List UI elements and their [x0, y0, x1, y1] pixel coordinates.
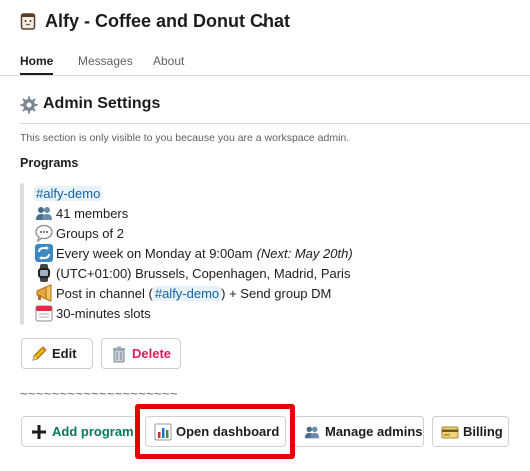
schedule-next: (Next: May 20th)	[256, 245, 353, 261]
program-groups-line: Groups of 2	[34, 223, 124, 243]
app-title[interactable]: Alfy - Coffee and Donut Chat	[45, 11, 290, 32]
edit-label: Edit	[52, 346, 77, 361]
trash-icon	[110, 345, 128, 363]
watch-icon	[34, 263, 54, 283]
chevron-down-icon[interactable]	[258, 16, 268, 27]
timezone-text: (UTC+01:00) Brussels, Copenhagen, Madrid…	[56, 265, 351, 281]
billing-button[interactable]: Billing	[432, 416, 509, 447]
manage-admins-label: Manage admins	[325, 424, 423, 439]
tab-bar: Home Messages About	[0, 44, 530, 77]
section-divider	[20, 123, 530, 124]
program-slots-line: 30-minutes slots	[34, 303, 151, 323]
admin-visibility-note: This section is only visible to you beca…	[20, 132, 350, 144]
program-card: #alfy-demo 41 members Groups of 2 Every …	[20, 183, 360, 325]
coffee-cup-icon	[20, 12, 36, 30]
delete-label: Delete	[132, 346, 172, 361]
add-program-button[interactable]: Add program	[21, 416, 138, 447]
people-icon	[34, 203, 54, 223]
speech-bubble-icon	[34, 223, 54, 243]
admin-settings-title: Admin Settings	[43, 95, 161, 112]
add-program-label: Add program	[52, 424, 134, 439]
program-post-line: Post in channel (#alfy-demo) + Send grou…	[34, 283, 331, 303]
repeat-icon	[34, 243, 54, 263]
schedule-text: Every week on Monday at 9:00am	[56, 245, 253, 261]
group-size: Groups of 2	[56, 225, 124, 241]
post-channel-link[interactable]: #alfy-demo	[152, 285, 222, 301]
people-icon	[303, 423, 321, 441]
program-members-line: 41 members	[34, 203, 128, 223]
highlight-box	[135, 404, 295, 459]
post-prefix: Post in channel (	[56, 285, 153, 301]
program-schedule-line: Every week on Monday at 9:00am (Next: Ma…	[34, 243, 353, 263]
tab-about[interactable]: About	[153, 54, 184, 68]
programs-heading: Programs	[20, 156, 79, 170]
channel-link[interactable]: #alfy-demo	[34, 185, 103, 201]
edit-button[interactable]: Edit	[21, 338, 93, 369]
credit-card-icon	[441, 423, 459, 441]
tilde-divider: ~~~~~~~~~~~~~~~~~~~~	[20, 386, 178, 401]
megaphone-icon	[34, 283, 54, 303]
slot-length: 30-minutes slots	[56, 305, 151, 321]
gear-icon	[20, 96, 38, 114]
delete-button[interactable]: Delete	[101, 338, 181, 369]
program-channel-line: #alfy-demo	[34, 183, 103, 203]
billing-label: Billing	[463, 424, 503, 439]
tab-messages[interactable]: Messages	[78, 54, 133, 68]
plus-icon	[30, 423, 48, 441]
pencil-icon	[30, 345, 48, 363]
tab-home[interactable]: Home	[20, 54, 53, 68]
post-suffix: ) + Send group DM	[221, 285, 332, 301]
members-count: 41 members	[56, 205, 129, 221]
manage-admins-button[interactable]: Manage admins	[294, 416, 424, 447]
quote-bar	[20, 183, 24, 325]
tabs-divider	[0, 75, 530, 76]
calendar-icon	[34, 303, 54, 323]
program-timezone-line: (UTC+01:00) Brussels, Copenhagen, Madrid…	[34, 263, 350, 283]
app-header: Alfy - Coffee and Donut Chat	[0, 0, 530, 44]
